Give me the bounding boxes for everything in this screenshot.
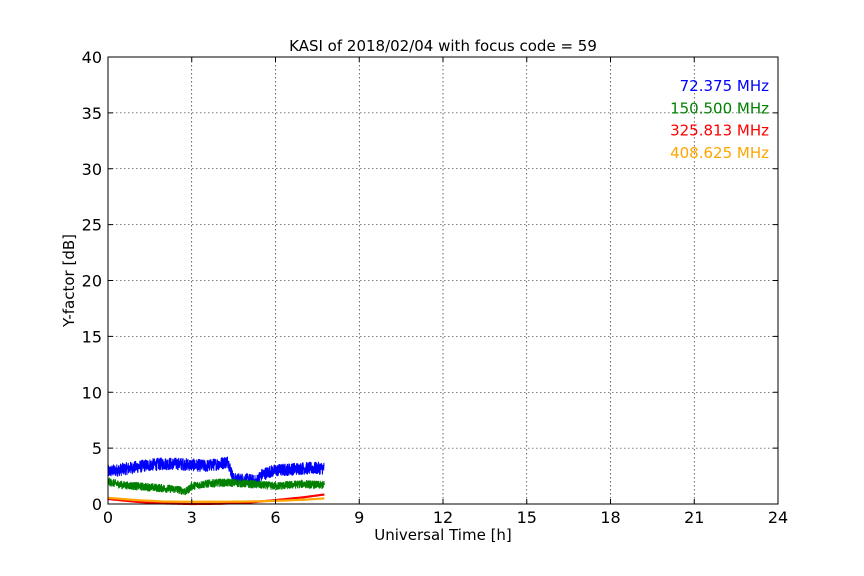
x-tick-label: 21: [684, 508, 704, 527]
y-tick-label: 35: [82, 104, 102, 123]
legend-entry-4: 408.625 MHz: [670, 144, 769, 162]
x-tick-label: 3: [187, 508, 197, 527]
chart-title: KASI of 2018/02/04 with focus code = 59: [289, 37, 597, 55]
y-tick-label: 15: [82, 327, 102, 346]
y-tick-label: 30: [82, 160, 102, 179]
y-tick-label: 10: [82, 383, 102, 402]
x-tick-label: 12: [433, 508, 453, 527]
y-axis-label: Y-factor [dB]: [60, 234, 78, 328]
x-axis-label: Universal Time [h]: [374, 526, 512, 544]
chart: 0 3 6 9 12 15 18 21 24 0 5 10 15 20 25 30 35 40 KASI of 2…: [0, 0, 864, 576]
x-tick-label: 0: [103, 508, 113, 527]
x-tick-label: 6: [270, 508, 280, 527]
y-tick-label: 20: [82, 272, 102, 291]
x-tick-label: 9: [354, 508, 364, 527]
legend-entry-1: 72.375 MHz: [680, 77, 769, 95]
y-tick-label: 5: [92, 439, 102, 458]
x-tick-label: 24: [768, 508, 788, 527]
y-tick-label: 40: [82, 48, 102, 67]
x-tick-label: 18: [600, 508, 620, 527]
legend-entry-3: 325.813 MHz: [670, 122, 769, 140]
y-tick-label: 0: [92, 495, 102, 514]
x-tick-label: 15: [517, 508, 537, 527]
y-tick-label: 25: [82, 216, 102, 235]
legend-entry-2: 150.500 MHz: [670, 99, 769, 117]
